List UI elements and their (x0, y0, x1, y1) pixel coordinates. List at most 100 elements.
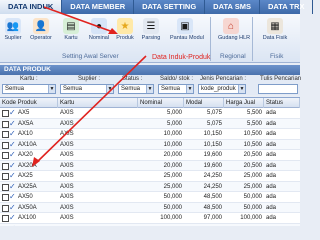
check-icon: ✓ (9, 202, 16, 212)
supplier-button[interactable]: 👥 Suplier (2, 18, 24, 41)
cell-nominal: 50,000 (163, 194, 182, 200)
suplier-filter-label: Suplier : (78, 76, 101, 82)
cell-harga-jual: 50,000 (243, 194, 262, 200)
table-row[interactable]: ✓AX100AAXIS100,00097,000100,000ada (0, 223, 300, 227)
cell-modal: 5,075 (206, 110, 222, 116)
cell-status: ada (266, 183, 277, 190)
kartu-filter-select[interactable]: Semua ▼ (2, 84, 56, 94)
check-icon: ✓ (9, 150, 16, 159)
cell-harga-jual: 5,500 (246, 110, 262, 116)
table-row[interactable]: ✓ AX100 AXIS 100,000 97,000 100,000 ada (0, 213, 300, 224)
status-filter-select[interactable]: Semua ▼ (118, 84, 154, 94)
ribbon-group-separator (252, 17, 253, 61)
col-harga-jual[interactable]: Harga Jual (224, 98, 264, 108)
col-kartu[interactable]: Kartu (58, 98, 138, 108)
cell-harga-jual: 100,000 (224, 224, 264, 227)
tab-data-induk[interactable]: DATA INDUK (0, 0, 63, 14)
product-button[interactable]: ★ Produk (114, 18, 136, 41)
status-filter-label: Status : (122, 76, 143, 82)
cell-kartu: AXIS (60, 194, 74, 200)
cell-nominal: 20,000 (163, 152, 182, 158)
cell-nominal: 5,000 (166, 110, 182, 116)
operator-button[interactable]: 👤 Operator (30, 18, 52, 41)
row-checkbox[interactable] (2, 173, 9, 180)
cell-kartu: AXIS (60, 224, 136, 227)
cell-status: ada (266, 141, 277, 148)
cell-status: ada (266, 224, 300, 227)
physical-data-icon: ▦ (267, 18, 283, 34)
row-checkbox[interactable] (2, 215, 9, 222)
ribbon-toolbar: 👥 Suplier 👤 Operator ▤ Kartu ● Nominal ★… (0, 14, 300, 63)
table-row[interactable]: ✓ AX25A AXIS 25,000 24,250 25,000 ada (0, 181, 300, 192)
table-row[interactable]: ✓ AX25 AXIS 25,000 24,250 25,000 ada (0, 171, 300, 182)
tulis-pencarian-input[interactable] (258, 84, 298, 94)
row-checkbox[interactable] (2, 131, 9, 138)
card-button[interactable]: ▤ Kartu (60, 18, 82, 41)
saldo-filter-label: Saldo/ stok : (160, 76, 194, 82)
monitor-module-button[interactable]: ▣ Pantau Modul (170, 18, 204, 41)
table-row[interactable]: ✓ AX10 AXIS 10,000 10,150 10,500 ada (0, 129, 300, 140)
row-checkbox[interactable] (2, 141, 9, 149)
check-icon: ✓ (9, 129, 16, 138)
saldo-filter-select[interactable]: Semua ▼ (158, 84, 194, 94)
row-checkbox[interactable] (2, 194, 9, 201)
cell-harga-jual: 50,000 (243, 204, 262, 211)
table-row[interactable]: ✓ AX5 AXIS 5,000 5,075 5,500 ada (0, 108, 300, 119)
row-checkbox[interactable] (2, 110, 9, 117)
cell-nominal: 20,000 (163, 162, 182, 169)
check-icon: ✓ (9, 160, 16, 170)
cell-status: ada (266, 110, 277, 116)
filter-bar: Kartu : Semua ▼ Suplier : Semua ▼ Status :… (0, 75, 301, 95)
cell-harga-jual: 5,500 (246, 120, 262, 127)
physical-data-button[interactable]: ▦ Data Fisik (262, 18, 288, 41)
cell-kartu: AXIS (60, 120, 74, 127)
row-checkbox[interactable] (2, 120, 9, 128)
table-header: Kode Produk Kartu Nominal Modal Harga Ju… (0, 98, 300, 108)
kartu-filter-label: Kartu : (20, 76, 38, 82)
col-status[interactable]: Status (264, 98, 300, 108)
warehouse-hlr-button[interactable]: ⌂ Gudang HLR (218, 18, 250, 41)
cell-modal: 5,075 (206, 120, 222, 127)
tab-data-member[interactable]: DATA MEMBER (62, 0, 135, 14)
parsing-button[interactable]: ☰ Parsing (140, 18, 162, 41)
group-label-fisik: Fisik (270, 53, 284, 60)
tab-data-sms[interactable]: DATA SMS (205, 0, 260, 14)
parsing-icon: ☰ (143, 18, 159, 34)
row-checkbox[interactable] (2, 183, 9, 191)
col-nominal[interactable]: Nominal (138, 98, 184, 108)
jenis-pencarian-select[interactable]: kode_produk ▼ (198, 84, 246, 94)
cell-kode: AX100A (18, 224, 58, 227)
cell-nominal: 100,000 (160, 215, 182, 221)
table-row[interactable]: ✓ AX50 AXIS 50,000 48,500 50,000 ada (0, 192, 300, 203)
col-kode-produk[interactable]: Kode Produk (0, 98, 58, 108)
table-row[interactable]: ✓ AX50A AXIS 50,000 48,500 50,000 ada (0, 202, 300, 213)
tab-data-trx[interactable]: DATA TRX (260, 0, 314, 14)
row-checkbox[interactable] (2, 225, 9, 226)
tab-data-setting[interactable]: DATA SETTING (134, 0, 206, 14)
cell-nominal: 5,000 (166, 120, 182, 127)
cell-harga-jual: 20,500 (243, 152, 262, 158)
cell-status: ada (266, 162, 277, 169)
product-table: Kode Produk Kartu Nominal Modal Harga Ju… (0, 97, 300, 226)
chevron-down-icon: ▼ (106, 85, 113, 93)
row-checkbox[interactable] (2, 162, 9, 170)
main-tab-bar: DATA INDUK DATA MEMBER DATA SETTING DATA… (0, 0, 314, 14)
col-modal[interactable]: Modal (184, 98, 224, 108)
table-row[interactable]: ✓ AX10A AXIS 10,000 10,150 10,500 ada (0, 139, 300, 150)
table-row[interactable]: ✓ AX20 AXIS 20,000 19,600 20,500 ada (0, 150, 300, 161)
table-row[interactable]: ✓ AX5A AXIS 5,000 5,075 5,500 ada (0, 118, 300, 129)
cell-harga-jual: 25,000 (243, 183, 262, 190)
cell-harga-jual: 10,500 (243, 141, 262, 148)
table-row[interactable]: ✓ AX20A AXIS 20,000 19,600 20,500 ada (0, 160, 300, 171)
suplier-filter-select[interactable]: Semua ▼ (60, 84, 114, 94)
cell-modal: 24,250 (203, 173, 222, 179)
cell-status: ada (266, 152, 277, 158)
row-checkbox[interactable] (2, 152, 9, 159)
cell-nominal: 10,000 (163, 141, 182, 148)
annotation-label: Data Induk-Produk (152, 54, 211, 61)
jenis-pencarian-label: Jenis Pencarian : (200, 76, 247, 82)
card-icon: ▤ (63, 18, 79, 34)
cell-status: ada (266, 173, 277, 179)
row-checkbox[interactable] (2, 204, 9, 212)
nominal-button[interactable]: ● Nominal (88, 18, 110, 41)
